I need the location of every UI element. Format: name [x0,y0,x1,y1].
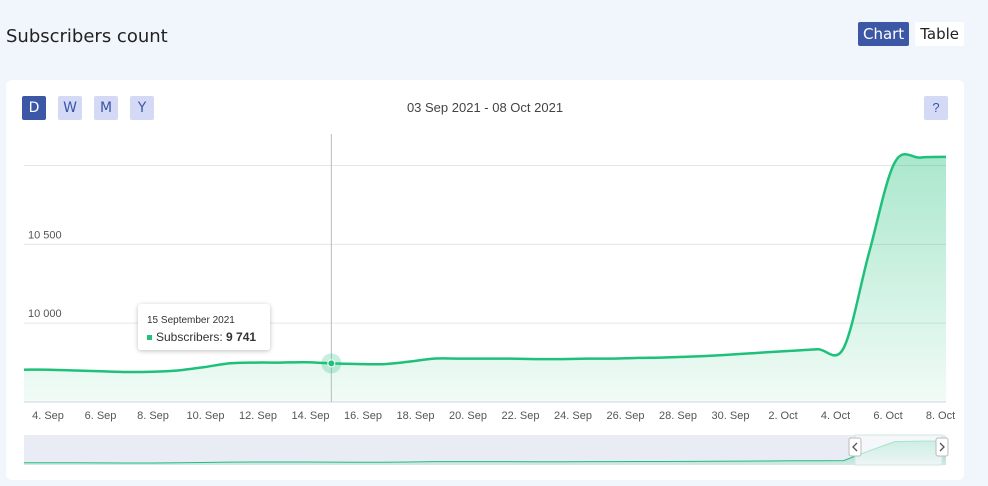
y-tick-label-0: 10 000 [28,308,62,320]
x-tick-label-13: 30. Sep [712,410,750,422]
x-tick-label-5: 14. Sep [292,410,330,422]
x-tick-label-12: 28. Sep [659,410,697,422]
tooltip-series-label: Subscribers: [156,330,223,344]
table-view-button[interactable]: Table [915,22,964,46]
x-tick-label-6: 16. Sep [344,410,382,422]
x-tick-label-14: 2. Oct [768,410,797,422]
navigator-selection [854,434,943,466]
x-tick-label-15: 4. Oct [821,410,850,422]
x-tick-label-1: 6. Sep [85,410,117,422]
series-marker-icon [147,335,152,341]
navigator-right-handle[interactable] [935,437,949,457]
x-tick-label-16: 6. Oct [873,410,902,422]
x-tick-label-9: 22. Sep [502,410,540,422]
view-toggle: Chart Table [857,22,964,46]
subscribers-chart: 10 000 10 500 4. Sep 6. Sep 8. Sep 10. Sep 12.… [23,134,955,466]
x-tick-label-8: 20. Sep [449,410,487,422]
x-tick-label-4: 12. Sep [239,410,277,422]
tooltip-value: 9 741 [226,330,257,344]
hover-point [327,359,336,368]
y-tick-label-1: 10 500 [28,229,62,241]
x-tick-label-7: 18. Sep [397,410,435,422]
x-tick-label-3: 10. Sep [187,410,225,422]
chart-card: DWMY 03 Sep 2021 - 08 Oct 2021 ? 10 000 1… [6,80,964,480]
chart-view-button[interactable]: Chart [857,22,910,46]
navigator-left-handle[interactable] [848,437,862,457]
x-tick-label-17: 8. Oct [926,410,955,422]
tooltip-date: 15 September 2021 [147,315,235,326]
x-tick-label-2: 8. Sep [137,410,169,422]
x-tick-label-10: 24. Sep [554,410,592,422]
x-tick-label-11: 26. Sep [607,410,645,422]
series-area [24,154,946,402]
page-title: Subscribers count [6,26,168,47]
chart-tooltip: 15 September 2021 Subscribers: 9 741 [138,304,270,350]
tooltip-line: Subscribers: 9 741 [147,330,256,344]
x-tick-label-0: 4. Sep [32,410,64,422]
